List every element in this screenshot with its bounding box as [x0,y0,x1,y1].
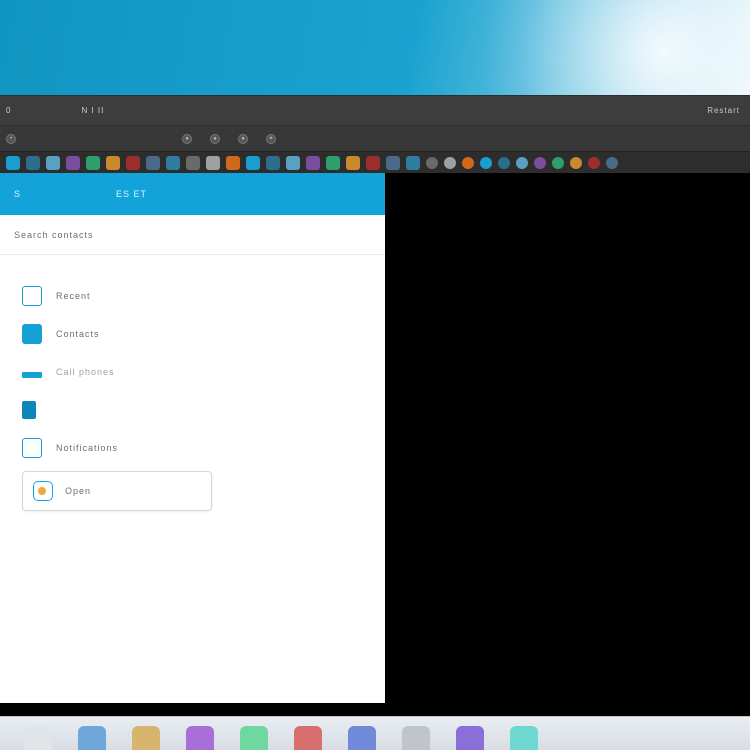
toolbar-button-5[interactable]: ✶ [266,134,276,144]
list-item-extra[interactable] [22,393,367,427]
chat-open-box[interactable]: Open [22,471,212,511]
list-item-label: Notifications [56,443,118,453]
taskbar-app-icon[interactable] [456,726,484,750]
popup-search-placeholder: Search contacts [14,230,94,240]
dock-icon[interactable] [306,156,320,170]
dock-icon[interactable] [444,157,456,169]
dock-icon[interactable] [266,156,280,170]
list-item-label: Contacts [56,329,100,339]
dock-icon[interactable] [26,156,40,170]
dock-icon[interactable] [126,156,140,170]
dash-icon [22,372,42,378]
dock-icon[interactable] [6,156,20,170]
dock-icon[interactable] [246,156,260,170]
taskbar-app-icon[interactable] [348,726,376,750]
dock-icon[interactable] [480,157,492,169]
dock-icon[interactable] [462,157,474,169]
desktop-screen: 0 N I II Restart • ● ● ● ✶ S ES ET Searc… [0,0,750,750]
popup-header: S ES ET [0,173,385,215]
taskbar-app-icon[interactable] [240,726,268,750]
toolbar-button-2[interactable]: ● [182,134,192,144]
recent-icon [22,286,42,306]
title-right-label[interactable]: Restart [707,106,744,115]
application-title-bar: 0 N I II Restart • ● ● ● ✶ [0,95,750,173]
list-item-recent[interactable]: Recent [22,279,367,313]
dock-icon[interactable] [66,156,80,170]
notifications-icon [22,438,42,458]
dock-icon[interactable] [498,157,510,169]
taskbar-app-icon[interactable] [186,726,214,750]
taskbar-app-icon[interactable] [402,726,430,750]
chat-bubble-icon [33,481,53,501]
list-item-call-phones[interactable]: Call phones [22,355,367,389]
os-taskbar[interactable] [0,716,750,750]
popup-body: Recent Contacts Call phones Notificatio [0,255,385,703]
dock-icon[interactable] [46,156,60,170]
dock-icon[interactable] [426,157,438,169]
dock-icon[interactable] [86,156,100,170]
popup-header-left[interactable]: S [14,189,21,199]
dock-icon[interactable] [186,156,200,170]
dock-icon[interactable] [106,156,120,170]
dock-icon[interactable] [588,157,600,169]
dock-icon[interactable] [386,156,400,170]
dock-icon[interactable] [552,157,564,169]
list-item-contacts[interactable]: Contacts [22,317,367,351]
chat-open-label: Open [65,486,91,496]
file-icon [22,401,36,419]
dock-icon[interactable] [346,156,360,170]
dock-icon[interactable] [534,157,546,169]
contacts-icon [22,324,42,344]
dock-icon[interactable] [146,156,160,170]
list-item-notifications[interactable]: Notifications [22,431,367,465]
dock-icon[interactable] [326,156,340,170]
title-left-marker: 0 [6,106,11,115]
title-row: 0 N I II Restart [0,95,750,125]
dock-icon[interactable] [286,156,300,170]
dock-icon[interactable] [226,156,240,170]
popup-panel: S ES ET Search contacts Recent Contacts … [0,173,385,703]
popup-search-bar[interactable]: Search contacts [0,215,385,255]
toolbar-button-3[interactable]: ● [210,134,220,144]
taskbar-app-icon[interactable] [78,726,106,750]
taskbar-app-icon[interactable] [24,726,52,750]
taskbar-app-icon[interactable] [132,726,160,750]
dock-icon[interactable] [606,157,618,169]
list-item-label: Call phones [56,367,115,377]
dock-icon[interactable] [166,156,180,170]
app-content-area: S ES ET Search contacts Recent Contacts … [0,173,750,750]
toolbar-button-4[interactable]: ● [238,134,248,144]
dock-icon[interactable] [206,156,220,170]
dock-icon[interactable] [570,157,582,169]
toolbar-button-1[interactable]: • [6,134,16,144]
dock-icon[interactable] [406,156,420,170]
popup-header-title: ES ET [116,189,147,199]
desktop-wallpaper [0,0,750,95]
dock-row [0,151,750,173]
dock-icon[interactable] [366,156,380,170]
taskbar-app-icon[interactable] [510,726,538,750]
title-tab-label[interactable]: N I II [81,106,104,115]
list-item-label: Recent [56,291,91,301]
taskbar-app-icon[interactable] [294,726,322,750]
toolbar-row: • ● ● ● ✶ [0,125,750,151]
dock-icon[interactable] [516,157,528,169]
